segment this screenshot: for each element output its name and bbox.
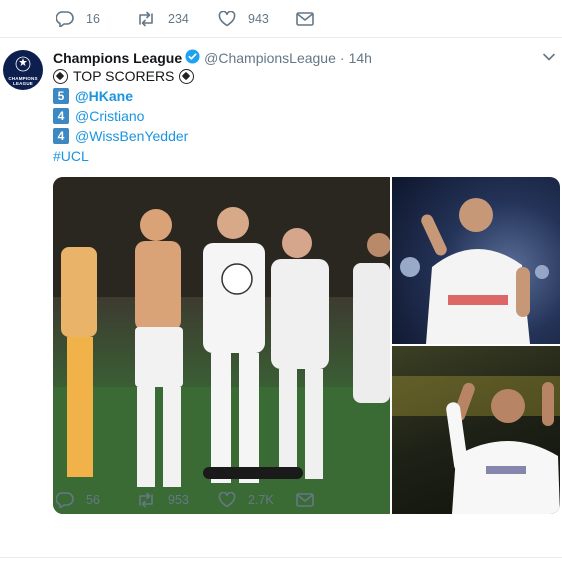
hashtag-link[interactable]: #UCL [53,146,89,166]
retweet-button[interactable]: 234 [136,11,218,27]
retweet-count: 234 [168,12,189,26]
reply-count: 56 [86,493,100,507]
reply-icon [56,492,74,508]
tweet[interactable]: CHAMPIONS LEAGUE Champions League @Champ… [0,38,562,558]
soccer-ball-icon [53,68,68,84]
tweet-header: Champions League @ChampionsLeague · 14h [53,49,372,67]
like-count: 943 [248,12,269,26]
previous-tweet-actions: 16 234 943 [56,9,314,29]
reply-count: 16 [86,12,100,26]
heart-icon [218,11,236,27]
envelope-icon [296,12,314,26]
like-button[interactable]: 943 [218,11,296,27]
verified-badge-icon [185,49,200,67]
chevron-down-icon[interactable] [542,52,556,62]
reply-button[interactable]: 56 [56,492,136,508]
media-grid [53,177,560,514]
ben-yedder-celebration-photo[interactable] [392,177,560,344]
separator-dot: · [339,50,345,66]
soccer-ball-icon [179,68,195,84]
avatar-text-line2: LEAGUE [13,81,33,86]
keycap-rank: 4 [53,128,69,144]
hashtag-line: #UCL [53,146,194,166]
retweet-button[interactable]: 953 [136,492,218,508]
tweet-timestamp[interactable]: 14h [349,50,372,66]
scorer-line: 4 @WissBenYedder [53,126,194,146]
tweet-divider [0,557,562,558]
avatar[interactable]: CHAMPIONS LEAGUE [3,50,43,90]
keycap-rank: 5 [53,88,69,104]
tweet-text: TOP SCORERS 5 @HKane 4 @Cristiano 4 @Wis… [53,66,195,166]
envelope-icon [296,493,314,507]
direct-message-button[interactable] [296,493,314,507]
heart-icon [218,492,236,508]
team-celebration-photo[interactable] [53,177,390,514]
reply-icon [56,11,74,27]
retweet-count: 953 [168,493,189,507]
retweet-icon [139,492,153,508]
author-handle[interactable]: @ChampionsLeague [204,50,336,66]
title-text: TOP SCORERS [73,68,175,84]
scorer-line: 5 @HKane [53,86,194,106]
starball-logo-icon [15,56,31,72]
like-count: 2.7K [248,493,274,507]
mention-link[interactable]: @WissBenYedder [75,126,188,146]
ronaldo-celebration-photo[interactable] [392,346,560,514]
reply-button[interactable]: 16 [56,11,136,27]
scorer-line: 4 @Cristiano [53,106,194,126]
direct-message-button[interactable] [296,12,314,26]
mention-link[interactable]: @Cristiano [75,106,144,126]
author-name[interactable]: Champions League [53,50,182,66]
tweet-actions: 56 953 2.7K [56,490,314,510]
like-button[interactable]: 2.7K [218,492,296,508]
keycap-rank: 4 [53,108,69,124]
retweet-icon [139,11,153,27]
title-line: TOP SCORERS [53,66,195,86]
mention-link[interactable]: @HKane [75,86,133,106]
